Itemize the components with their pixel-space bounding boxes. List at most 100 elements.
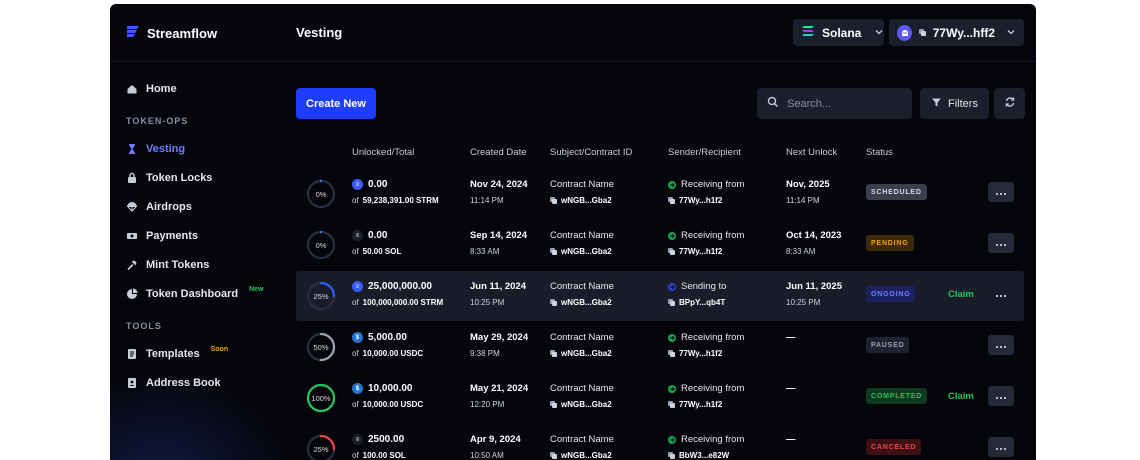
header-unlocked-total[interactable]: Unlocked/Total: [352, 147, 414, 158]
contract-id-cell[interactable]: wNGB...Gba2: [550, 400, 612, 409]
filters-button[interactable]: Filters: [920, 88, 989, 119]
search-input[interactable]: [787, 97, 907, 110]
direction-label: Receiving from: [681, 383, 745, 394]
progress-ring: 100%: [306, 383, 336, 413]
contract-id-cell[interactable]: wNGB...Gba2: [550, 196, 612, 205]
claim-button[interactable]: Claim: [948, 289, 974, 300]
more-options-button[interactable]: [988, 386, 1014, 406]
table-row[interactable]: 25% ≡ 25,000,000.00 of 100,000,000.00 STRM Ju…: [296, 271, 1024, 321]
filter-icon: [931, 97, 942, 111]
of-label: of: [352, 349, 359, 358]
table-row[interactable]: 0% ≡ 0.00 of 50.00 SOL Sep 14, 2024 8:33 AM Con…: [296, 220, 1024, 270]
table-row[interactable]: 25% ≡ 2500.00 of 100.00 SOL Apr 9, 2024 10:50 …: [296, 424, 1024, 460]
next-unlock-date: —: [786, 332, 796, 343]
logo[interactable]: Streamflow: [126, 24, 217, 43]
refresh-icon: [1004, 95, 1016, 113]
table-row[interactable]: 100% $10,000.00 of 10,000.00 USDC May 21, 20…: [296, 373, 1024, 423]
contract-id-cell[interactable]: wNGB...Gba2: [550, 451, 612, 460]
copy-icon[interactable]: [668, 401, 675, 408]
header-created-date[interactable]: Created Date: [470, 147, 527, 158]
sidebar-item-templates[interactable]: Templates Soon: [126, 346, 228, 360]
sidebar-item-airdrops[interactable]: Airdrops: [126, 201, 192, 213]
sidebar-item-token-locks[interactable]: Token Locks: [126, 172, 212, 184]
copy-icon[interactable]: [668, 452, 675, 459]
direction-cell: Receiving from: [668, 434, 744, 445]
copy-icon[interactable]: [550, 452, 557, 459]
copy-icon[interactable]: [550, 350, 557, 357]
copy-icon[interactable]: [668, 299, 675, 306]
more-options-button[interactable]: [988, 335, 1014, 355]
sidebar-item-token-dashboard[interactable]: Token Dashboard New: [126, 286, 264, 300]
header-next-unlock[interactable]: Next Unlock: [786, 147, 837, 158]
direction-label: Receiving from: [681, 434, 745, 445]
total-amount: 10,000.00 USDC: [362, 349, 424, 358]
refresh-button[interactable]: [994, 88, 1025, 119]
total-amount-cell: of 10,000.00 USDC: [352, 349, 423, 358]
more-options-button[interactable]: [988, 284, 1014, 304]
total-amount-cell: of 100.00 SOL: [352, 451, 406, 460]
sidebar-item-vesting[interactable]: Vesting: [126, 143, 185, 155]
created-date: Nov 24, 2024: [470, 179, 528, 190]
next-unlock-time: 11:14 PM: [786, 196, 820, 205]
unlocked-amount: 2500.00: [368, 434, 405, 445]
address-cell[interactable]: 77Wy...h1f2: [668, 247, 722, 256]
contract-id-cell[interactable]: wNGB...Gba2: [550, 298, 612, 307]
sidebar-item-home[interactable]: Home: [126, 83, 177, 95]
direction-cell: Receiving from: [668, 179, 744, 190]
copy-icon[interactable]: [550, 299, 557, 306]
total-amount-cell: of 100,000,000.00 STRM: [352, 298, 443, 307]
address-cell[interactable]: 77Wy...h1f2: [668, 196, 722, 205]
sidebar-item-address-book[interactable]: Address Book: [126, 377, 221, 389]
copy-icon[interactable]: [668, 350, 675, 357]
search-box[interactable]: [757, 88, 912, 119]
direction-cell: Receiving from: [668, 383, 744, 394]
claim-button[interactable]: Claim: [948, 391, 974, 402]
header-status[interactable]: Status: [866, 147, 893, 158]
progress-percent: 100%: [311, 393, 331, 403]
address-cell[interactable]: 77Wy...h1f2: [668, 400, 722, 409]
header-subject[interactable]: Subject/Contract ID: [550, 147, 632, 158]
sidebar-item-mint-tokens[interactable]: Mint Tokens: [126, 259, 209, 271]
more-options-button[interactable]: [988, 233, 1014, 253]
incoming-arrow-icon: [668, 180, 676, 189]
contract-id-cell[interactable]: wNGB...Gba2: [550, 349, 612, 358]
total-amount: 59,238,391.00 STRM: [362, 196, 439, 205]
more-dots-icon: [995, 285, 1007, 303]
copy-icon[interactable]: [550, 248, 557, 255]
progress-ring: 0%: [306, 179, 336, 209]
contract-name: Contract Name: [550, 434, 614, 445]
of-label: of: [352, 196, 359, 205]
total-amount: 50.00 SOL: [362, 247, 402, 256]
wallet-selector[interactable]: 77Wy...hff2: [889, 19, 1024, 46]
contract-id-cell[interactable]: wNGB...Gba2: [550, 247, 612, 256]
header-sender-recipient[interactable]: Sender/Recipient: [668, 147, 741, 158]
more-options-button[interactable]: [988, 182, 1014, 202]
network-selector[interactable]: Solana: [793, 19, 884, 46]
progress-percent: 50%: [313, 342, 329, 352]
more-options-button[interactable]: [988, 437, 1014, 457]
copy-icon[interactable]: [550, 197, 557, 204]
address-cell[interactable]: BbW3...e82W: [668, 451, 729, 460]
progress-percent: 0%: [315, 240, 327, 250]
sidebar-item-payments[interactable]: Payments: [126, 230, 198, 242]
table-row[interactable]: 0% ≡ 0.00 of 59,238,391.00 STRM Nov 24, 2024 1…: [296, 169, 1024, 219]
address-cell[interactable]: BPpY...qb4T: [668, 298, 725, 307]
total-amount: 100,000,000.00 STRM: [362, 298, 444, 307]
table-row[interactable]: 50% $5,000.00 of 10,000.00 USDC May 29, 2024…: [296, 322, 1024, 372]
total-amount-cell: of 50.00 SOL: [352, 247, 401, 256]
total-amount-cell: of 10,000.00 USDC: [352, 400, 423, 409]
incoming-arrow-icon: [668, 333, 676, 342]
copy-icon[interactable]: [550, 401, 557, 408]
wallet-avatar-icon: [897, 24, 913, 41]
more-dots-icon: [995, 438, 1007, 456]
status-badge: CANCELED: [866, 439, 922, 455]
filters-label: Filters: [948, 97, 978, 110]
more-dots-icon: [995, 234, 1007, 252]
copy-icon[interactable]: [668, 248, 675, 255]
created-time: 11:14 PM: [470, 196, 504, 205]
create-new-button[interactable]: Create New: [296, 88, 376, 119]
copy-icon[interactable]: [919, 29, 926, 36]
contract-id: wNGB...Gba2: [561, 349, 612, 358]
copy-icon[interactable]: [668, 197, 675, 204]
address-cell[interactable]: 77Wy...h1f2: [668, 349, 722, 358]
